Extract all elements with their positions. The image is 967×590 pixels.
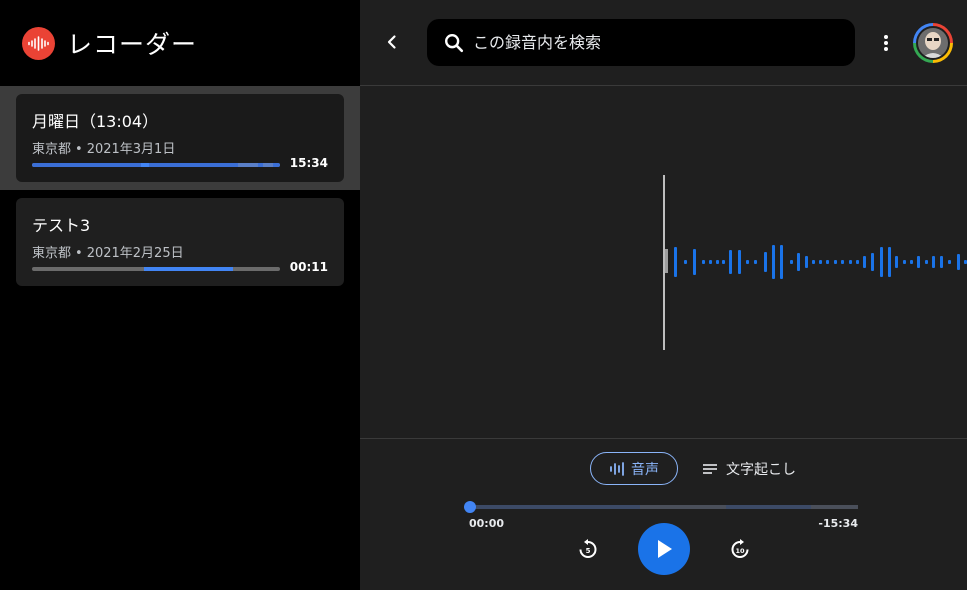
current-time: 00:00 bbox=[469, 517, 505, 530]
recording-waveform-bar bbox=[32, 267, 280, 271]
waveform-bar bbox=[948, 260, 951, 264]
more-vert-icon bbox=[884, 35, 888, 51]
recording-row: テスト3 東京都 • 2021年2月25日 00:11 bbox=[0, 190, 360, 286]
waveform-bar bbox=[684, 260, 687, 264]
tab-transcript-label: 文字起こし bbox=[726, 461, 796, 478]
waveform-bar bbox=[780, 245, 783, 279]
waveform-bar bbox=[746, 260, 749, 264]
waveform-bar bbox=[834, 260, 837, 264]
waveform-bar bbox=[812, 260, 815, 264]
waveform-bar bbox=[674, 247, 677, 277]
recording-row-selected: 月曜日（13:04） 東京都 • 2021年3月1日 15:34 bbox=[0, 86, 360, 190]
sidebar: レコーダー 月曜日（13:04） 東京都 • 2021年3月1日 15:34 テスト… bbox=[0, 0, 360, 590]
recording-date: 2021年2月25日 bbox=[86, 246, 184, 261]
waveform-bar bbox=[693, 249, 696, 275]
waveform-bar bbox=[709, 260, 712, 264]
svg-text:10: 10 bbox=[735, 547, 745, 555]
chevron-left-icon bbox=[387, 35, 396, 49]
recording-item[interactable]: テスト3 東京都 • 2021年2月25日 00:11 bbox=[16, 198, 344, 286]
play-icon bbox=[658, 540, 672, 558]
waveform-bar bbox=[841, 260, 844, 264]
user-photo-icon bbox=[918, 28, 948, 58]
recording-meta: 東京都 • 2021年3月1日 bbox=[32, 142, 176, 157]
search-bar[interactable] bbox=[427, 19, 855, 66]
recording-meta: 東京都 • 2021年2月25日 bbox=[32, 246, 184, 261]
waveform-bar bbox=[871, 253, 874, 271]
waveform-bar bbox=[863, 256, 866, 268]
waveform-bar bbox=[729, 250, 732, 274]
waveform-bar bbox=[805, 256, 808, 268]
player-panel: 音声 文字起こし 00:00 -15:34 5 10 bbox=[360, 438, 967, 590]
waveform-bar bbox=[917, 256, 920, 268]
playback-timeline[interactable] bbox=[464, 501, 858, 513]
remaining-time: -15:34 bbox=[818, 517, 858, 530]
app-title: レコーダー bbox=[67, 30, 198, 59]
app-header: レコーダー bbox=[0, 0, 360, 86]
more-options-button[interactable] bbox=[876, 31, 896, 55]
waveform-bar bbox=[940, 256, 943, 268]
tab-transcript[interactable]: 文字起こし bbox=[702, 452, 796, 485]
waveform-bar bbox=[738, 250, 741, 274]
waveform bbox=[663, 175, 967, 350]
search-icon bbox=[445, 33, 464, 52]
waveform-bar bbox=[716, 260, 719, 264]
play-button[interactable] bbox=[638, 523, 690, 575]
lines-icon bbox=[703, 463, 717, 474]
waveform-bar bbox=[849, 260, 852, 264]
waveform-bar bbox=[880, 247, 883, 277]
top-bar bbox=[360, 0, 967, 86]
tab-audio-label: 音声 bbox=[631, 461, 659, 478]
waveform-bar bbox=[903, 260, 906, 264]
waveform-bar bbox=[702, 260, 705, 264]
waveform-bar bbox=[888, 247, 891, 277]
recording-title: テスト3 bbox=[32, 216, 91, 235]
timeline-handle[interactable] bbox=[464, 501, 476, 513]
recording-location: 東京都 bbox=[32, 142, 72, 157]
waveform-bar bbox=[957, 254, 960, 270]
main-panel: 音声 文字起こし 00:00 -15:34 5 bbox=[360, 0, 967, 590]
recording-item[interactable]: 月曜日（13:04） 東京都 • 2021年3月1日 15:34 bbox=[16, 94, 344, 182]
recording-location: 東京都 bbox=[32, 246, 72, 261]
waveform-icon bbox=[610, 461, 624, 476]
rewind-5-button[interactable]: 5 bbox=[575, 536, 601, 562]
avatar[interactable] bbox=[913, 23, 953, 63]
waveform-bar bbox=[910, 260, 913, 264]
waveform-bar bbox=[826, 260, 829, 264]
waveform-bar bbox=[772, 245, 775, 279]
waveform-bar bbox=[764, 252, 767, 272]
replay-5-icon: 5 bbox=[579, 539, 597, 558]
waveform-bar bbox=[797, 253, 800, 271]
waveform-bar bbox=[932, 256, 935, 268]
svg-text:5: 5 bbox=[586, 547, 591, 555]
recording-title: 月曜日（13:04） bbox=[32, 112, 159, 131]
waveform-bar bbox=[819, 260, 822, 264]
waveform-bar bbox=[722, 260, 725, 264]
tab-audio[interactable]: 音声 bbox=[590, 452, 678, 485]
recording-duration: 15:34 bbox=[289, 156, 328, 170]
recorder-logo-icon bbox=[22, 26, 55, 60]
back-button[interactable] bbox=[378, 28, 406, 56]
waveform-bar bbox=[856, 260, 859, 264]
waveform-view[interactable] bbox=[360, 87, 967, 438]
recording-list: 月曜日（13:04） 東京都 • 2021年3月1日 15:34 テスト3 東京都 •… bbox=[0, 86, 360, 286]
waveform-bar bbox=[925, 260, 928, 264]
recording-duration: 00:11 bbox=[289, 260, 328, 274]
waveform-bar bbox=[790, 260, 793, 264]
forward-10-button[interactable]: 10 bbox=[727, 536, 753, 562]
recording-waveform-bar bbox=[32, 163, 280, 167]
recording-date: 2021年3月1日 bbox=[86, 142, 176, 157]
search-input[interactable] bbox=[473, 33, 833, 52]
waveform-bar bbox=[895, 256, 898, 268]
forward-10-icon: 10 bbox=[731, 539, 749, 558]
waveform-bar bbox=[754, 260, 757, 264]
